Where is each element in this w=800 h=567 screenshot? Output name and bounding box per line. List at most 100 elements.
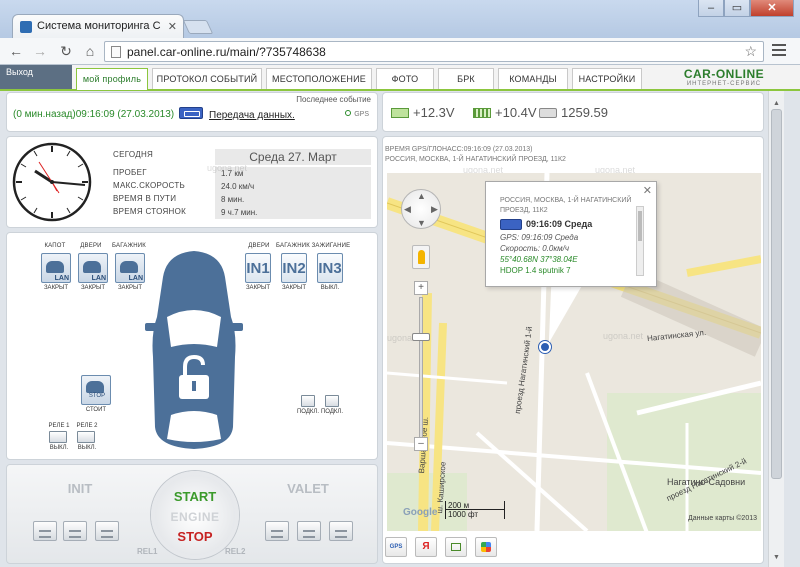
yandex-map-button[interactable]: Я: [415, 537, 437, 557]
browser-toolbar: ← → ↻ ⌂ panel.car-online.ru/main/?735748…: [0, 38, 800, 65]
in1-sensor[interactable]: IN1: [245, 253, 271, 283]
in2-sensor[interactable]: IN2: [281, 253, 307, 283]
engine-control-panel: INIT VALET START ENGINE STOP REL1 REL2: [6, 464, 378, 564]
stop-state: СТОИТ: [85, 407, 107, 413]
rel2-button-b[interactable]: [297, 521, 321, 541]
info-label: ВРЕМЯ СТОЯНОК: [113, 207, 187, 216]
info-label: ВРЕМЯ В ПУТИ: [113, 194, 177, 203]
info-value: 9 ч.7 мин.: [215, 206, 371, 219]
scroll-thumb[interactable]: [771, 109, 782, 479]
browser-titlebar: Система мониторинга С ✕ – ▭ ✕: [0, 0, 800, 38]
rel2-label: REL2: [225, 547, 246, 556]
data-transfer-link[interactable]: Передача данных.: [209, 110, 295, 121]
pan-down-icon[interactable]: ▼: [417, 218, 426, 228]
page-scrollbar[interactable]: ▲ ▼: [768, 91, 784, 567]
page-icon: [111, 46, 121, 58]
pan-up-icon[interactable]: ▲: [417, 191, 426, 201]
close-window-button[interactable]: ✕: [750, 0, 794, 17]
info-label: СЕГОДНЯ: [113, 150, 154, 159]
maximize-button[interactable]: ▭: [724, 0, 750, 17]
rel2-button-a[interactable]: [265, 521, 289, 541]
google-map-icon[interactable]: [475, 537, 497, 557]
engine-stop-button[interactable]: STOP: [155, 529, 235, 544]
stop-icon[interactable]: [81, 375, 111, 405]
map-header: ВРЕМЯ GPS/ГЛОНАСС:09:16:09 (27.03.2013) …: [383, 145, 566, 165]
tab-location[interactable]: МЕСТОПОЛОЖЕНИЕ: [266, 68, 372, 89]
tab-title: Система мониторинга С: [37, 20, 161, 32]
pan-left-icon[interactable]: ◀: [404, 204, 411, 215]
site-navigation: Выход мой профиль ПРОТОКОЛ СОБЫТИЙ МЕСТО…: [0, 65, 800, 91]
zoom-out-button[interactable]: –: [414, 437, 428, 451]
rele1-label: РЕЛЕ 1: [48, 423, 70, 429]
zoom-slider-handle[interactable]: [412, 333, 430, 341]
bubble-scrollbar[interactable]: [636, 206, 644, 276]
connector1-icon[interactable]: [301, 395, 315, 407]
doors-sensor-icon[interactable]: [78, 253, 108, 283]
engine-start-button[interactable]: START: [155, 489, 235, 504]
bubble-coords: 55°40.68N 37°38.04E: [500, 255, 578, 264]
hood-sensor-icon[interactable]: [41, 253, 71, 283]
scale-meters: 200 м: [445, 501, 505, 510]
stop-label: STOP: [88, 393, 106, 399]
map-view[interactable]: Нагатинская ул. проезд Нагатинский 1-й В…: [387, 173, 761, 531]
tab-settings[interactable]: НАСТРОЙКИ: [572, 68, 642, 89]
address-bar[interactable]: panel.car-online.ru/main/?735748638 ☆: [104, 41, 764, 62]
back-arrow-icon[interactable]: ←: [6, 42, 26, 60]
in3-title: ЗАЖИГАНИЕ: [311, 243, 351, 249]
new-tab-button[interactable]: [182, 20, 214, 34]
in2-state: ЗАКРЫТ: [281, 285, 307, 291]
bubble-transfer-icon: [500, 219, 522, 230]
power-panel: +12.3V +10.4V 1259.59: [382, 92, 764, 132]
valet-button[interactable]: VALET: [241, 477, 375, 501]
gps-label: GPS: [354, 111, 369, 118]
tab-events-log[interactable]: ПРОТОКОЛ СОБЫТИЙ: [152, 68, 262, 89]
logout-button[interactable]: Выход: [0, 65, 72, 89]
tab-photo[interactable]: ФОТО: [376, 68, 434, 89]
street-view-pegman-icon[interactable]: [412, 245, 430, 269]
tab-close-icon[interactable]: ✕: [168, 20, 177, 33]
info-label: МАКС.СКОРОСТЬ: [113, 181, 186, 190]
bookmark-star-icon[interactable]: ☆: [744, 43, 757, 60]
rel1-button-a[interactable]: [33, 521, 57, 541]
url-text: panel.car-online.ru/main/?735748638: [127, 45, 326, 59]
tab-commands[interactable]: КОМАНДЫ: [498, 68, 568, 89]
home-icon[interactable]: ⌂: [80, 42, 100, 60]
tab-brk[interactable]: БРК: [438, 68, 494, 89]
rel2-button-c[interactable]: [329, 521, 353, 541]
info-value: 8 мин.: [215, 193, 371, 206]
info-bubble: ✕ РОССИЯ, МОСКВА, 1-Й НАГАТИНСКИЙ ПРОЕЗД…: [485, 181, 657, 287]
zoom-slider-track[interactable]: [419, 297, 423, 449]
rel1-button-b[interactable]: [63, 521, 87, 541]
map-pan-control[interactable]: ▲ ▼ ◀ ▶: [401, 189, 441, 229]
rele1-icon[interactable]: [49, 431, 67, 443]
minimize-button[interactable]: –: [698, 0, 724, 17]
in3-state: ВЫКЛ.: [320, 285, 340, 291]
connector2-icon[interactable]: [325, 395, 339, 407]
backup-battery-icon: [473, 108, 491, 118]
tab-my-profile[interactable]: мой профиль: [76, 68, 148, 90]
reload-icon[interactable]: ↻: [56, 42, 76, 60]
gps-indicator: GPS: [345, 110, 369, 118]
gps-tool-button[interactable]: GPS: [385, 537, 407, 557]
backup-battery-voltage: +10.4V: [495, 105, 537, 120]
rele2-icon[interactable]: [77, 431, 95, 443]
bubble-close-icon[interactable]: ✕: [643, 184, 652, 197]
forward-arrow-icon[interactable]: →: [30, 42, 50, 60]
scroll-down-icon[interactable]: ▼: [769, 551, 784, 565]
pan-right-icon[interactable]: ▶: [431, 204, 438, 215]
brand-logo: CAR-ONLINE ИНТЕРНЕТ-СЕРВИС: [676, 67, 772, 87]
in3-sensor[interactable]: IN3: [317, 253, 343, 283]
browser-tab[interactable]: Система мониторинга С ✕: [12, 14, 184, 38]
rel1-button-c[interactable]: [95, 521, 119, 541]
doors-label: ДВЕРИ: [80, 243, 102, 249]
zoom-in-button[interactable]: +: [414, 281, 428, 295]
browser-menu-icon[interactable]: [772, 44, 786, 58]
address-label: РОССИЯ, МОСКВА, 1-Й НАГАТИНСКИЙ ПРОЕЗД, …: [385, 156, 566, 163]
last-event-label: Последнее событие: [296, 95, 371, 104]
status-time: (0 мин.назад)09:16:09 (27.03.2013): [13, 109, 175, 120]
bubble-gps-time: GPS: 09:16:09 Среда: [500, 233, 579, 242]
init-button[interactable]: INIT: [13, 477, 147, 501]
data-transfer-icon[interactable]: [179, 107, 203, 119]
search-tool-icon[interactable]: [445, 537, 467, 557]
watermark: ugona.net: [207, 163, 248, 173]
